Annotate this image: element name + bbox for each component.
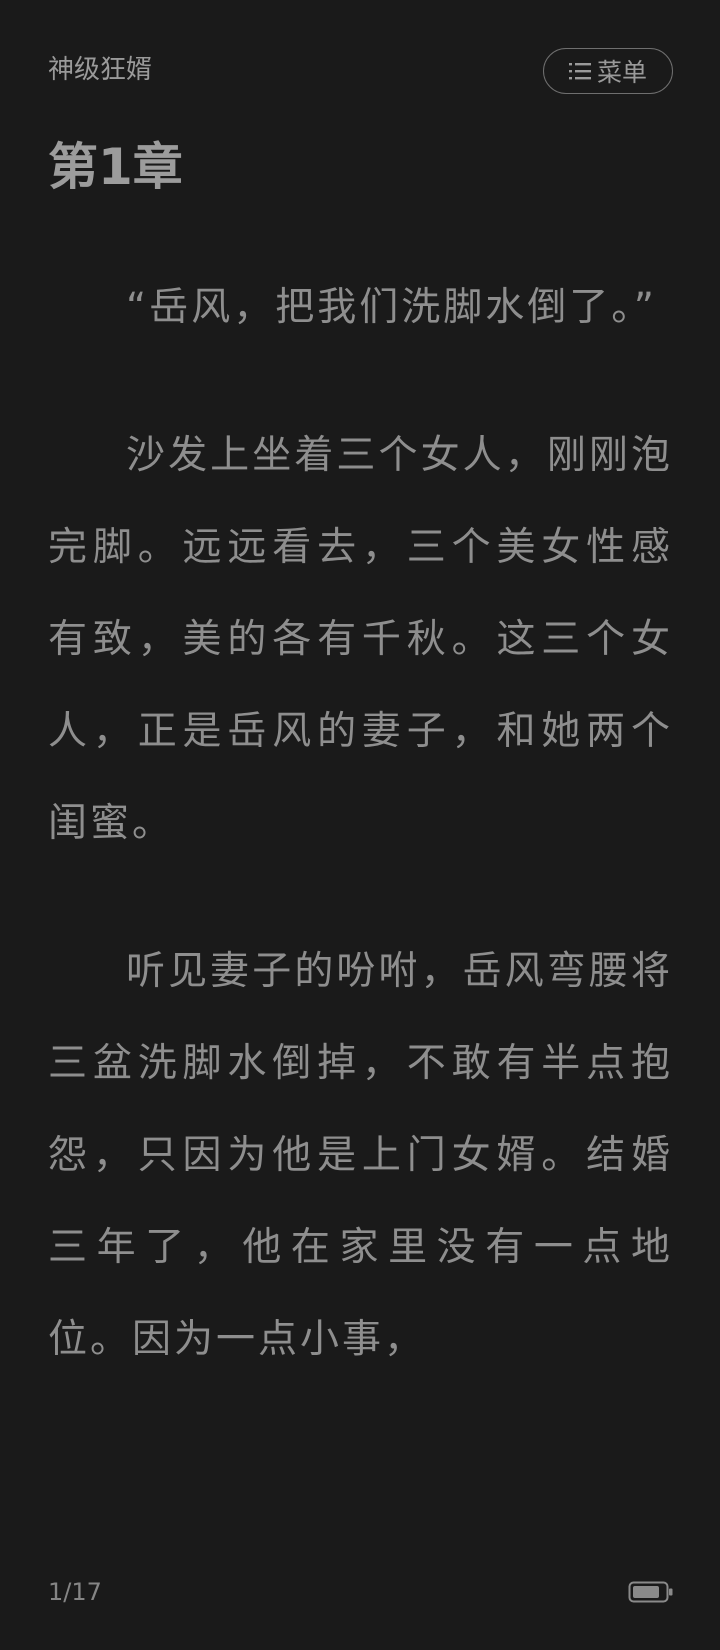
paragraph: 听见妻子的吩咐，岳风弯腰将三盆洗脚水倒掉，不敢有半点抱怨，只因为他是上门女婿。结…	[48, 949, 673, 1362]
list-icon	[568, 61, 591, 81]
book-title: 神级狂婿	[48, 55, 153, 85]
menu-button[interactable]: 菜单	[543, 48, 673, 94]
paragraph: “岳风，把我们洗脚水倒了。”	[126, 285, 657, 330]
chapter-title: 第1章	[48, 138, 183, 196]
battery-icon	[628, 1580, 674, 1604]
chapter-content: “岳风，把我们洗脚水倒了。” 沙发上坐着三个女人，刚刚泡完脚。远远看去，三个美女…	[48, 262, 673, 1442]
page-indicator: 1/17	[48, 1578, 102, 1606]
paragraph: 沙发上坐着三个女人，刚刚泡完脚。远远看去，三个美女性感有致，美的各有千秋。这三个…	[48, 433, 673, 846]
menu-label: 菜单	[596, 58, 647, 87]
